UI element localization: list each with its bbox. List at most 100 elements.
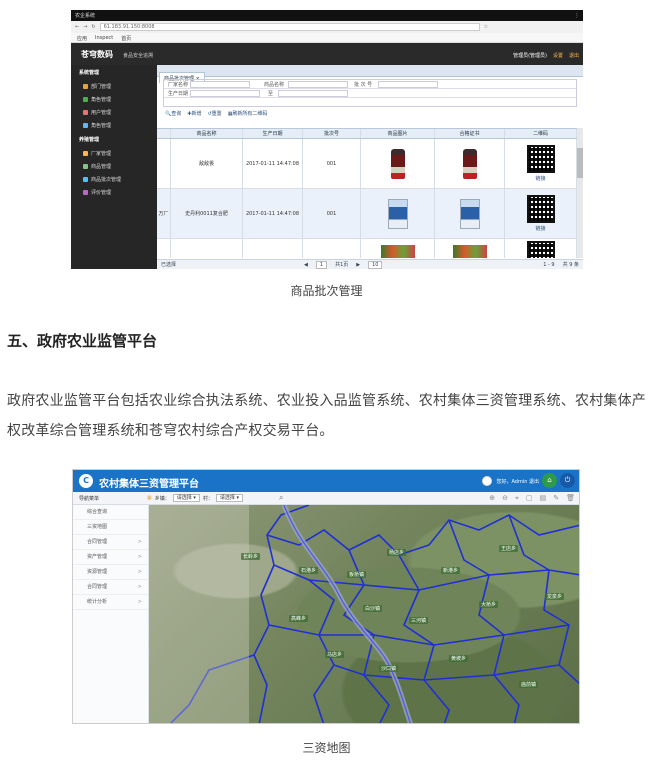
search-icon[interactable]: ⌕ bbox=[279, 493, 283, 503]
reset-button[interactable]: ↺重置 bbox=[207, 110, 221, 118]
map-label[interactable]: 三河镇 bbox=[409, 617, 429, 624]
village-label: 村： bbox=[202, 495, 213, 502]
bookmark-apps[interactable]: 应用 bbox=[77, 35, 87, 42]
nav-item[interactable]: 资源管理 > bbox=[73, 565, 148, 580]
sidebar-item-factory[interactable]: 厂家管理 bbox=[71, 147, 157, 160]
page-next-icon[interactable]: ▶ bbox=[356, 262, 360, 268]
sidebar-item-role[interactable]: 角色管理 bbox=[71, 93, 157, 106]
batch-input[interactable] bbox=[378, 81, 438, 88]
sidebar-item-batch[interactable]: 商品批次管理 bbox=[71, 173, 157, 186]
page-size-select[interactable]: 10 bbox=[368, 260, 383, 269]
map-label[interactable]: 长岭乡 bbox=[241, 553, 261, 560]
app-logo-icon: C bbox=[79, 474, 93, 488]
sidebar-group-system[interactable]: 系统管理 bbox=[71, 65, 157, 80]
table-row[interactable]: 万厂 史丹利0011复合肥 2017-01-11 14:47:08 001 链接 bbox=[157, 189, 577, 239]
map-label[interactable]: 石港乡 bbox=[299, 567, 319, 574]
app-header: C 农村集体三资管理平台 您好，Admin 退出 ⌂ ⏻ bbox=[73, 470, 579, 492]
map-label[interactable]: 龙泉乡 bbox=[545, 593, 565, 600]
nav-item[interactable]: 合同管理 > bbox=[73, 580, 148, 595]
header-links: 管理员(管理员) 设置 退出 bbox=[513, 52, 579, 59]
map-label[interactable]: 庙前镇 bbox=[519, 681, 539, 688]
table-row[interactable]: 敌敌畏 2017-01-11 14:47:08 001 链接 bbox=[157, 139, 577, 189]
bookmark-inspect[interactable]: Inspect bbox=[95, 35, 113, 41]
map-label[interactable]: 高峰乡 bbox=[289, 615, 309, 622]
sidebar-group-farming[interactable]: 养殖管理 bbox=[71, 132, 157, 147]
screenshot-batch-management: 农企系统 ⋮ ← → ↻ 61.183.91.150:8008 ☆ 应用 Ins… bbox=[71, 10, 583, 269]
page-input[interactable]: 1 bbox=[315, 260, 328, 269]
map-label[interactable]: 新港乡 bbox=[441, 567, 461, 574]
village-select[interactable]: 请选择 ▾ bbox=[215, 494, 244, 502]
logout-link[interactable]: 退出 bbox=[569, 52, 579, 59]
sidebar-item-dept[interactable]: 部门管理 bbox=[71, 80, 157, 93]
sidebar-item-user[interactable]: 用户管理 bbox=[71, 106, 157, 119]
select-icon[interactable]: ▢ bbox=[526, 494, 533, 503]
window-menu-icon[interactable]: ⋮ bbox=[574, 12, 580, 19]
map-label[interactable]: 黄坡乡 bbox=[449, 655, 469, 662]
page-prev-icon[interactable]: ◀ bbox=[304, 262, 308, 268]
map-label[interactable]: 沙口镇 bbox=[379, 665, 399, 672]
sidebar-item-role2[interactable]: 角色管理 bbox=[71, 119, 157, 132]
table-row[interactable] bbox=[157, 239, 577, 258]
sidebar-item-review[interactable]: 评价管理 bbox=[71, 186, 157, 199]
product-image bbox=[380, 245, 415, 258]
date-end-input[interactable] bbox=[278, 90, 348, 97]
batch-table: 商品名称 生产日期 批次号 商品图片 合格证书 二维码 敌敌畏 2017-01-… bbox=[157, 128, 577, 258]
nav-item[interactable]: 三资地图 bbox=[73, 520, 148, 535]
add-button[interactable]: ✚新增 bbox=[187, 110, 201, 118]
zoom-in-icon[interactable]: ⊕ bbox=[489, 494, 495, 503]
satellite-map[interactable]: 长岭乡 石港乡 板桥镇 杨店乡 新港乡 王店乡 龙泉乡 高峰乡 白沙镇 三河镇 … bbox=[149, 505, 579, 723]
factory-input[interactable] bbox=[190, 81, 250, 88]
qr-code-icon[interactable] bbox=[526, 145, 555, 173]
clear-icon[interactable]: 🗑 bbox=[566, 494, 575, 503]
qr-link[interactable]: 链接 bbox=[535, 175, 545, 182]
reload-icon[interactable]: ↻ bbox=[91, 24, 95, 30]
unassigned-area bbox=[149, 505, 249, 723]
product-input[interactable] bbox=[288, 81, 348, 88]
date-start-input[interactable] bbox=[190, 90, 260, 97]
nav-item[interactable]: 综合查询 bbox=[73, 505, 148, 520]
table-scrollbar[interactable] bbox=[577, 128, 583, 258]
qr-code-icon[interactable] bbox=[526, 195, 555, 223]
forward-icon[interactable]: → bbox=[83, 24, 87, 30]
back-icon[interactable]: ← bbox=[75, 24, 79, 30]
tab-bar: 商品批次管理 × bbox=[157, 65, 583, 83]
avatar[interactable] bbox=[482, 476, 493, 486]
user-link[interactable]: 管理员(管理员) bbox=[513, 52, 547, 59]
nav-item[interactable]: 统计分析 > bbox=[73, 595, 148, 610]
zoom-out-icon[interactable]: ⊖ bbox=[502, 494, 508, 503]
map-label[interactable]: 板桥镇 bbox=[347, 571, 367, 578]
product-label: 商品名称 bbox=[264, 82, 285, 88]
power-icon[interactable]: ⏻ bbox=[560, 473, 575, 488]
section-paragraph: 政府农业监管平台包括农业综合执法系统、农业投入品监管系统、农村集体三资管理系统、… bbox=[7, 393, 646, 439]
refresh-qr-button[interactable]: ▦刷新所有二维码 bbox=[228, 110, 268, 118]
settings-link[interactable]: 设置 bbox=[553, 52, 563, 59]
record-total: 共 9 条 bbox=[562, 262, 579, 268]
star-icon[interactable]: ☆ bbox=[484, 24, 488, 30]
map-label[interactable]: 马店乡 bbox=[325, 651, 345, 658]
main-panel: 商品批次管理 × 厂家名称 商品名称 批 次 号 生产日期 至 🔍查询 ✚新增 … bbox=[157, 65, 583, 269]
measure-icon[interactable]: ▤ bbox=[540, 494, 547, 503]
pan-icon[interactable]: ⌖ bbox=[515, 494, 519, 503]
bookmark-home[interactable]: 首页 bbox=[121, 35, 131, 42]
boundary-line bbox=[508, 514, 579, 685]
user-greeting[interactable]: 您好，Admin 退出 bbox=[496, 478, 539, 485]
map-label[interactable]: 杨店乡 bbox=[387, 549, 407, 556]
nav-item[interactable]: 合同管理 > bbox=[73, 535, 148, 550]
record-range: 1 - 9 bbox=[543, 261, 555, 268]
query-button[interactable]: 🔍查询 bbox=[165, 110, 181, 118]
batch-icon bbox=[83, 177, 88, 182]
boundary-line bbox=[333, 664, 560, 681]
map-label[interactable]: 白沙镇 bbox=[363, 605, 383, 612]
map-label[interactable]: 大桥乡 bbox=[479, 601, 499, 608]
sidebar-item-product[interactable]: 商品管理 bbox=[71, 160, 157, 173]
map-label[interactable]: 王店乡 bbox=[499, 545, 519, 552]
region-filters: ▦ 乡镇： 请选择 ▾ 村： 请选择 ▾ bbox=[147, 494, 244, 502]
qr-code-icon[interactable] bbox=[526, 241, 555, 258]
qr-link[interactable]: 链接 bbox=[535, 225, 545, 232]
url-input[interactable]: 61.183.91.150:8008 bbox=[99, 23, 480, 31]
draw-icon[interactable]: ✎ bbox=[553, 494, 559, 503]
factory-label: 厂家名称 bbox=[168, 82, 189, 88]
township-select[interactable]: 请选择 ▾ bbox=[172, 494, 200, 502]
home-icon[interactable]: ⌂ bbox=[542, 473, 557, 488]
nav-item[interactable]: 资产管理 > bbox=[73, 550, 148, 565]
